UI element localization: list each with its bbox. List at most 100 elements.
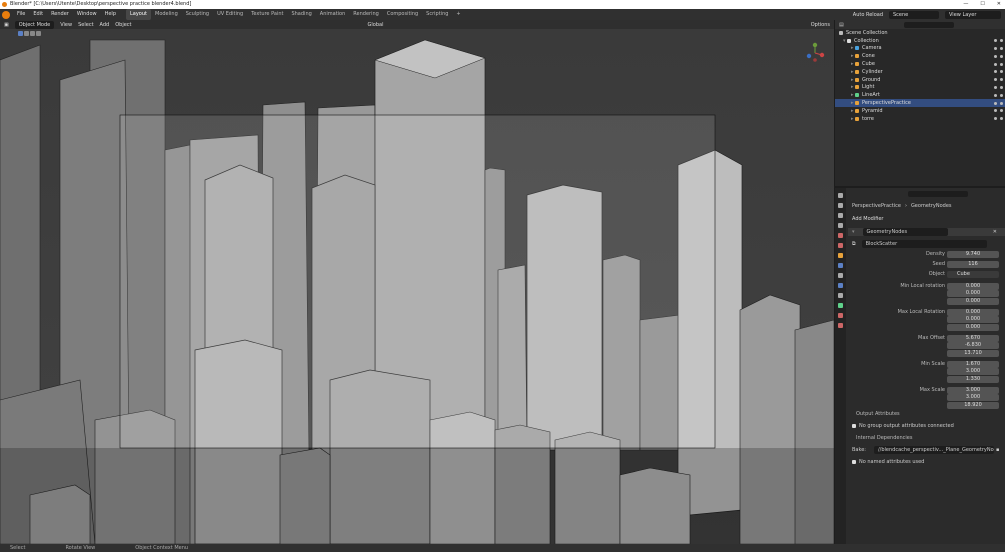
outliner-item-pyramid[interactable]: ▸ Pyramid	[835, 107, 1005, 115]
max-offset-component[interactable]: 5.670	[947, 334, 999, 342]
outliner-search-input[interactable]	[903, 21, 954, 28]
tab-compositing[interactable]: Compositing	[383, 9, 422, 20]
tab-rendering[interactable]: Rendering	[349, 9, 383, 20]
select-box-icon[interactable]	[18, 31, 23, 36]
outliner-item-camera[interactable]: ▸ Camera	[835, 45, 1005, 53]
max-scale-component[interactable]: 3.000	[947, 394, 999, 402]
tab-animation[interactable]: Animation	[316, 9, 350, 20]
scene-selector[interactable]: Scene	[889, 10, 939, 19]
orientation-selector[interactable]: Global	[368, 22, 384, 28]
outliner-item-torre[interactable]: ▸ torre	[835, 115, 1005, 123]
visibility-toggles[interactable]	[994, 117, 1003, 121]
modifier-tab-icon[interactable]	[838, 263, 843, 268]
select-extend-icon[interactable]	[24, 31, 29, 36]
auto-reload-label[interactable]: Auto Reload	[853, 12, 883, 18]
collapse-chevron-icon[interactable]: ▾	[852, 229, 855, 235]
tab-shading[interactable]: Shading	[287, 9, 315, 20]
density-field[interactable]: 9.740	[947, 250, 999, 258]
add-workspace-button[interactable]: +	[452, 9, 464, 20]
outliner-item-cone[interactable]: ▸ Cone	[835, 52, 1005, 60]
view-layer-tab-icon[interactable]	[838, 223, 843, 228]
tab-modeling[interactable]: Modeling	[151, 9, 182, 20]
menu-window[interactable]: Window	[73, 9, 101, 20]
material-tab-icon[interactable]	[838, 313, 843, 318]
outliner-item-cube[interactable]: ▸ Cube	[835, 60, 1005, 68]
close-icon[interactable]: ✕	[997, 0, 1001, 9]
menu-render[interactable]: Render	[47, 9, 73, 20]
navigation-gizmo[interactable]	[804, 42, 826, 64]
texture-tab-icon[interactable]	[838, 323, 843, 328]
blender-logo-icon[interactable]	[2, 10, 10, 19]
output-tab-icon[interactable]	[838, 213, 843, 218]
physics-tab-icon[interactable]	[838, 283, 843, 288]
folder-icon[interactable]: ▪	[996, 447, 999, 453]
max-scale-component[interactable]: 18.920	[947, 402, 999, 410]
outliner-item-perspectivepractice[interactable]: ▸ PerspectivePractice	[835, 99, 1005, 107]
min-scale-component[interactable]: 3.000	[947, 368, 999, 376]
editor-type-icon[interactable]: ▣	[4, 22, 9, 28]
min-rot-component[interactable]: 0.000	[947, 282, 999, 290]
visibility-toggles[interactable]	[994, 70, 1003, 74]
max-rot-component[interactable]: 0.000	[947, 308, 999, 316]
menu-help[interactable]: Help	[101, 9, 120, 20]
object-field[interactable]: Cube	[947, 270, 999, 278]
scene-tab-icon[interactable]	[838, 233, 843, 238]
3d-viewport[interactable]: ▣ Object Mode View Select Add Object Glo…	[0, 20, 834, 544]
add-menu[interactable]: Add	[100, 22, 110, 28]
visibility-toggles[interactable]	[994, 109, 1003, 113]
maximize-icon[interactable]: ☐	[980, 0, 984, 9]
mode-selector[interactable]: Object Mode	[14, 20, 55, 29]
max-rot-component[interactable]: 0.000	[947, 324, 999, 332]
properties-search-input[interactable]	[908, 191, 968, 197]
minimize-icon[interactable]: —	[963, 0, 968, 9]
object-tab-icon[interactable]	[838, 253, 843, 258]
max-scale-component[interactable]: 3.000	[947, 386, 999, 394]
max-rot-component[interactable]: 0.000	[947, 316, 999, 324]
visibility-toggles[interactable]	[994, 54, 1003, 58]
node-group-selector[interactable]: BlockScatter	[861, 240, 987, 248]
visibility-toggles[interactable]	[994, 101, 1003, 105]
options-button[interactable]: Options	[811, 22, 830, 28]
add-modifier-button[interactable]: Add Modifier	[852, 216, 884, 222]
visibility-toggles[interactable]	[994, 93, 1003, 97]
data-tab-icon[interactable]	[838, 303, 843, 308]
output-attributes-header[interactable]: Output Attributes	[848, 410, 1005, 418]
min-scale-component[interactable]: 1.670	[947, 360, 999, 368]
tool-tab-icon[interactable]	[838, 193, 843, 198]
visibility-toggles[interactable]	[994, 46, 1003, 50]
select-invert-icon[interactable]	[36, 31, 41, 36]
tab-layout[interactable]: Layout	[126, 9, 151, 20]
outliner-item-cylinder[interactable]: ▸ Cylinder	[835, 68, 1005, 76]
outliner-editor-icon[interactable]: ▤	[839, 22, 844, 28]
tab-texture-paint[interactable]: Texture Paint	[247, 9, 287, 20]
outliner-item-ground[interactable]: ▸ Ground	[835, 76, 1005, 84]
render-tab-icon[interactable]	[838, 203, 843, 208]
modifier-close-icon[interactable]: ✕	[993, 229, 997, 235]
min-rot-component[interactable]: 0.000	[947, 290, 999, 298]
outliner-item-light[interactable]: ▸ Light	[835, 84, 1005, 92]
select-subtract-icon[interactable]	[30, 31, 35, 36]
scene-collection-row[interactable]: Scene Collection	[835, 29, 1005, 37]
tab-sculpting[interactable]: Sculpting	[182, 9, 213, 20]
menu-file[interactable]: File	[13, 9, 29, 20]
max-offset-component[interactable]: 13.710	[947, 350, 999, 358]
bake-path-field[interactable]: //blendcache_perspectiv..._Plane_Geometr…	[873, 446, 994, 454]
visibility-toggles[interactable]	[994, 78, 1003, 82]
particles-tab-icon[interactable]	[838, 273, 843, 278]
world-tab-icon[interactable]	[838, 243, 843, 248]
tab-scripting[interactable]: Scripting	[422, 9, 452, 20]
max-offset-component[interactable]: -6.830	[947, 342, 999, 350]
object-menu[interactable]: Object	[115, 22, 131, 28]
min-rot-component[interactable]: 0.000	[947, 298, 999, 306]
constraints-tab-icon[interactable]	[838, 293, 843, 298]
internal-dependencies-header[interactable]: Internal Dependencies	[848, 434, 1005, 442]
tab-uv-editing[interactable]: UV Editing	[213, 9, 247, 20]
collection-row[interactable]: ▾ Collection	[835, 37, 1005, 45]
menu-edit[interactable]: Edit	[29, 9, 47, 20]
view-layer-selector[interactable]: View Layer	[945, 10, 1001, 19]
visibility-toggles[interactable]	[994, 85, 1003, 89]
modifier-name-field[interactable]: GeometryNodes	[862, 228, 948, 236]
select-menu[interactable]: Select	[78, 22, 93, 28]
visibility-toggles[interactable]	[994, 62, 1003, 66]
min-scale-component[interactable]: 1.330	[947, 376, 999, 384]
